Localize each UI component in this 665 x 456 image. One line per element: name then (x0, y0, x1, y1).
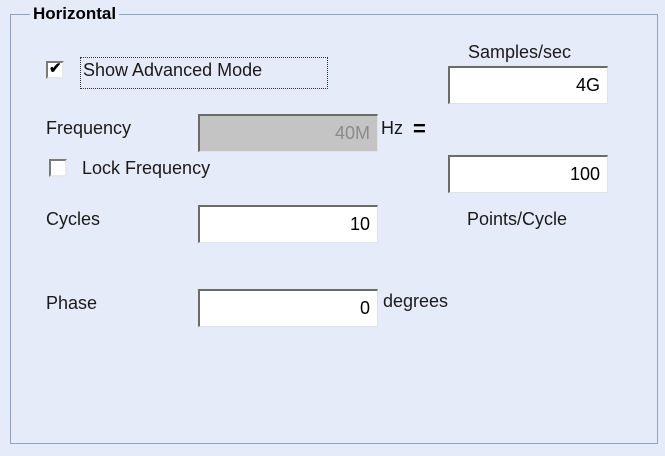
advanced-mode-checkbox[interactable]: ✔ (46, 60, 64, 79)
equals-sign: = (413, 116, 426, 141)
group-title: Horizontal (30, 4, 120, 24)
samples-per-sec-label: Samples/sec (468, 42, 572, 62)
samples-per-sec-field[interactable]: 4G (448, 66, 608, 104)
phase-field[interactable]: 0 (198, 289, 378, 327)
points-per-cycle-label: Points/Cycle (467, 209, 568, 229)
advanced-mode-label[interactable]: Show Advanced Mode (83, 60, 262, 81)
lock-frequency-checkbox[interactable] (49, 159, 67, 177)
frequency-label: Frequency (46, 118, 132, 138)
points-per-cycle-field[interactable]: 100 (448, 155, 608, 193)
cycles-label: Cycles (46, 209, 101, 229)
lock-frequency-label[interactable]: Lock Frequency (82, 158, 210, 179)
frequency-field: 40M (198, 114, 378, 152)
phase-unit: degrees (383, 291, 449, 311)
checkmark-icon: ✔ (49, 60, 62, 77)
frequency-unit: Hz (381, 118, 403, 138)
cycles-field[interactable]: 10 (198, 205, 378, 243)
phase-label: Phase (46, 293, 98, 313)
